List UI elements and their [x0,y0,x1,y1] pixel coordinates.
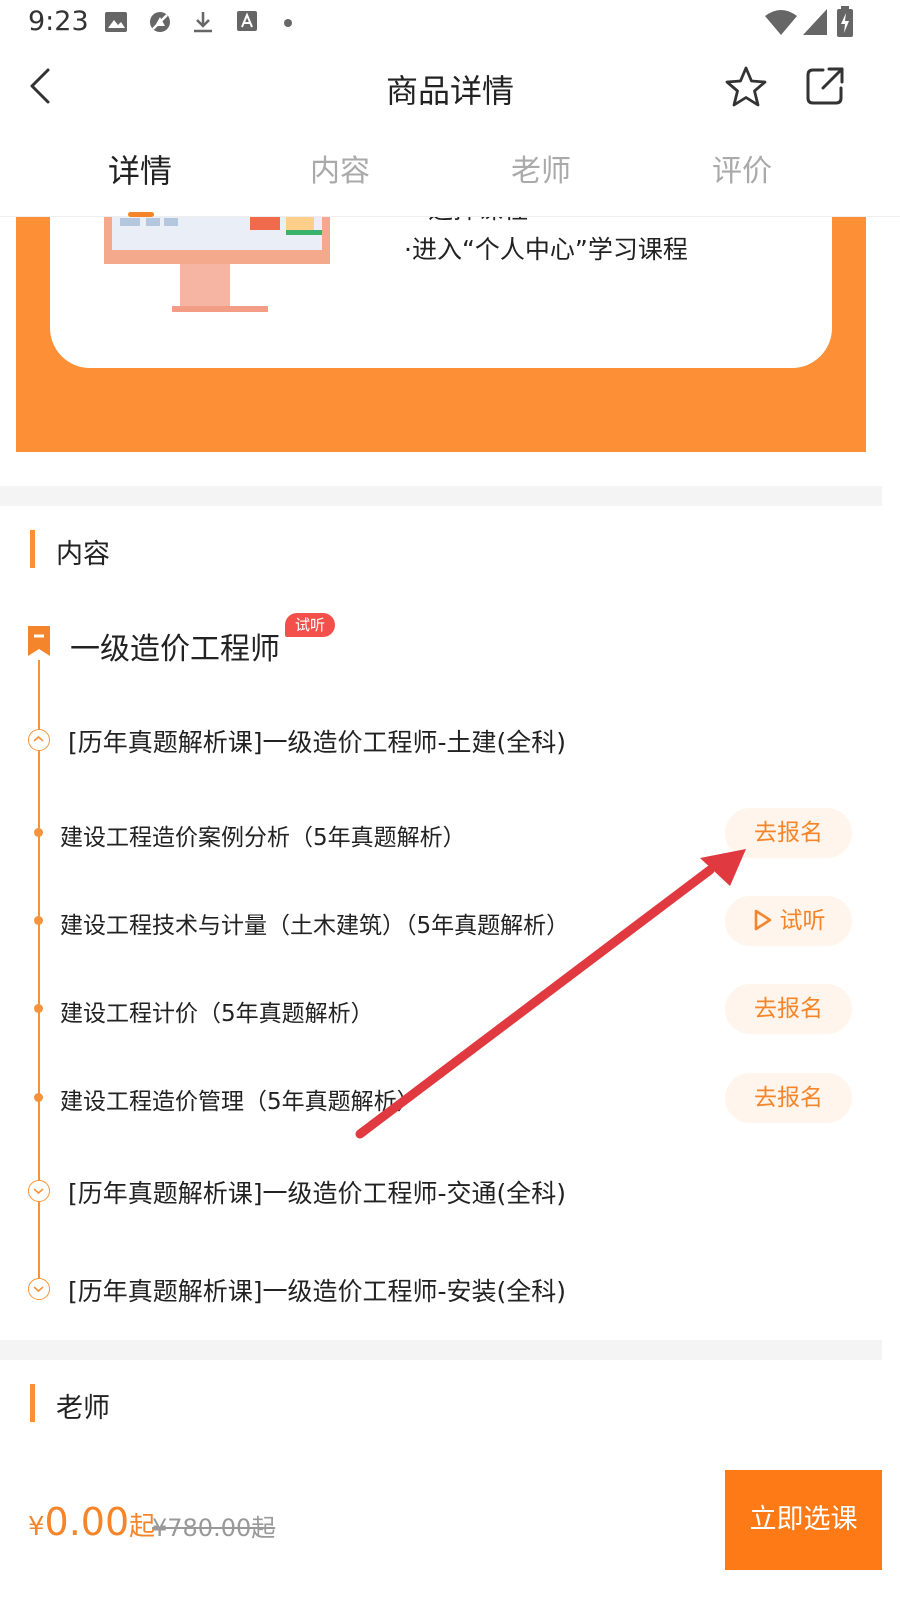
cellular-icon [803,9,827,35]
trial-button-label: 试听 [779,908,826,934]
download-icon [194,12,212,33]
dot-icon [284,19,292,27]
share-icon[interactable] [803,64,847,108]
group-title[interactable]: [历年真题解析课]一级造价工程师-安装(全科) [68,1272,566,1308]
chevron-down-icon[interactable] [28,1278,50,1300]
status-time: 9:23 [28,6,89,37]
bottom-bar: ¥0.00起 ¥780.00起 立即选课 [0,1470,900,1600]
header: 商品详情 [0,50,900,126]
lesson-title[interactable]: 建设工程计价（5年真题解析） [60,994,374,1028]
timeline-dot [34,916,43,925]
no-signal-icon [150,12,170,32]
chevron-up-icon[interactable] [28,729,50,751]
status-bar: 9:23 [0,0,900,50]
tab-reviews[interactable]: 评价 [652,146,832,190]
section-title-content: 内容 [56,539,110,570]
course-title: 一级造价工程师 [70,632,280,667]
banner-partial-text: ·选择课程 [420,216,528,226]
section-accent-bar [30,1384,35,1422]
trial-button[interactable]: 试听 [725,896,852,946]
timeline-dot [34,1093,43,1102]
current-price: ¥0.00起 [28,1500,155,1544]
wifi-icon [765,10,797,35]
section-divider [0,486,882,506]
tab-teacher[interactable]: 老师 [451,146,631,190]
enroll-button[interactable]: 去报名 [725,808,852,858]
enroll-button[interactable]: 去报名 [725,984,852,1034]
select-course-button[interactable]: 立即选课 [725,1470,882,1570]
promo-banner: ·选择课程 ·进入“个人中心”学习课程 [16,216,866,452]
star-icon[interactable] [723,64,769,110]
tab-bar: 详情 内容 老师 评价 [0,126,900,217]
price-value: 0.00 [44,1500,130,1544]
lesson-title[interactable]: 建设工程技术与计量（土木建筑）（5年真题解析） [60,906,569,940]
bookmark-icon [28,626,50,656]
group-title[interactable]: [历年真题解析课]一级造价工程师-土建(全科) [68,723,566,759]
section-title-teacher: 老师 [56,1393,110,1424]
monitor-illustration [104,216,330,312]
lesson-title[interactable]: 建设工程造价管理（5年真题解析） [60,1082,420,1116]
section-accent-bar [30,530,35,568]
original-price: ¥780.00起 [152,1514,276,1542]
tab-indicator [128,212,154,217]
enroll-button[interactable]: 去报名 [725,1073,852,1123]
text-a-icon [237,11,257,31]
timeline-dot [34,1004,43,1013]
banner-text: ·进入“个人中心”学习课程 [404,235,688,264]
trial-badge: 试听 [285,613,335,637]
currency-symbol: ¥ [28,1512,45,1542]
play-icon [754,909,771,931]
group-title[interactable]: [历年真题解析课]一级造价工程师-交通(全科) [68,1174,566,1210]
image-icon [105,12,127,32]
lesson-title[interactable]: 建设工程造价案例分析（5年真题解析） [60,818,466,852]
tab-content[interactable]: 内容 [250,146,430,190]
battery-charging-icon [837,6,853,37]
tab-details[interactable]: 详情 [50,146,230,192]
chevron-down-icon[interactable] [28,1180,50,1202]
timeline-dot [34,828,43,837]
section-divider [0,1340,882,1360]
